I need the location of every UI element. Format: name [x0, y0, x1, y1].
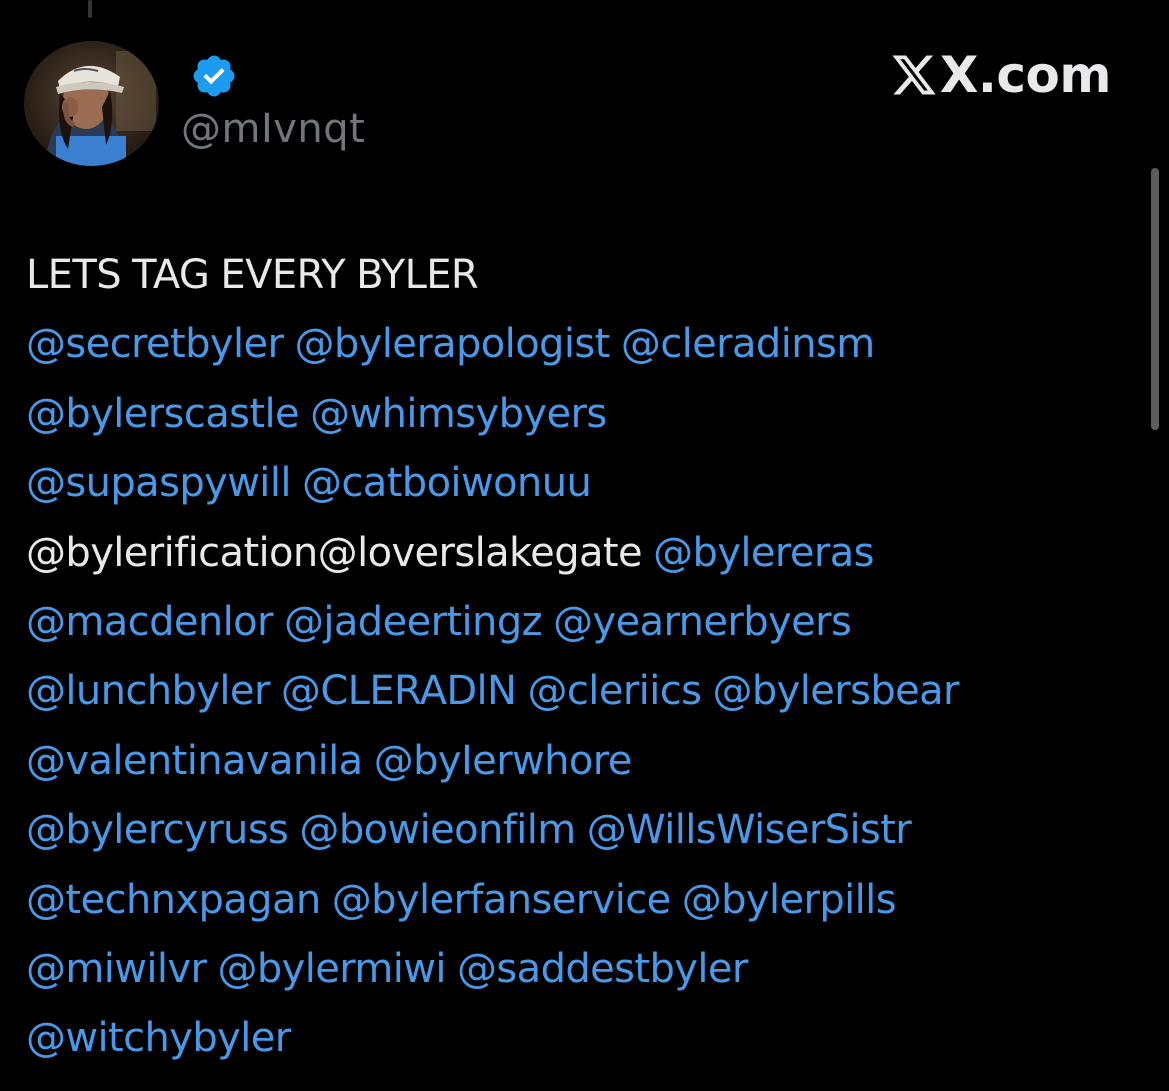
post-text-line: @lunchbyler @CLERADlN @cleriics @bylersb…: [26, 657, 1151, 726]
mention-link[interactable]: @bylereras: [653, 530, 874, 576]
mention-link[interactable]: @yearnerbyers: [553, 599, 852, 645]
plain-text: @bylerification@loverslakegate: [26, 529, 643, 576]
mention-link[interactable]: @valentinavanila: [26, 738, 363, 784]
mention-link[interactable]: @byIerwhore: [374, 738, 633, 784]
mention-link[interactable]: @bylerfanservice: [332, 877, 671, 923]
mention-link[interactable]: @witchybyler: [26, 1015, 291, 1061]
brand-domain-text: X.com: [939, 46, 1112, 104]
mention-link[interactable]: @catboiwonuu: [302, 460, 592, 506]
mention-link[interactable]: @jadeertingz: [284, 599, 543, 645]
mention-link[interactable]: @technxpagan: [26, 877, 321, 923]
x-logo-icon: [892, 55, 936, 95]
post-text-line: @miwilvr @bylermiwi @saddestbyler: [26, 935, 1151, 1004]
mention-link[interactable]: @WillsWiserSistr: [587, 807, 912, 853]
post-text-line: @secretbyler @bylerapologist @cleradinsm: [26, 310, 1151, 379]
post-text-line: @technxpagan @bylerfanservice @bylerpill…: [26, 866, 1151, 935]
mention-link[interactable]: @whimsybyers: [310, 391, 607, 437]
mention-link[interactable]: @miwilvr: [26, 946, 207, 992]
x-brand-watermark: X.com: [890, 46, 1112, 104]
post-text-line: @bylerification@loverslakegate @bylerera…: [26, 519, 1151, 588]
user-handle[interactable]: @mIvnqt: [181, 103, 365, 155]
avatar-image: [24, 41, 159, 166]
mention-link[interactable]: @bowieonfilm: [299, 807, 576, 853]
mention-link[interactable]: @bylerpills: [682, 877, 897, 923]
mention-link[interactable]: @supaspywill: [26, 460, 291, 506]
thread-connector-line: [88, 0, 92, 18]
mention-link[interactable]: @cleriics: [528, 668, 702, 714]
mention-link[interactable]: @lunchbyler: [26, 668, 270, 714]
post-screenshot: @mIvnqt X.com LETS TAG EVERY BYLER @secr…: [0, 0, 1169, 1091]
mention-link[interactable]: @cleradinsm: [621, 321, 875, 367]
post-text-line: @witchybyler: [26, 1004, 1151, 1073]
mention-link[interactable]: @secretbyler: [26, 321, 284, 367]
mention-link[interactable]: @bylerscastle: [26, 391, 300, 437]
mention-link[interactable]: @saddestbyler: [457, 946, 748, 992]
mention-link[interactable]: @bylerapologist: [294, 321, 610, 367]
mention-link[interactable]: @bylersbear: [712, 668, 959, 714]
post-text-line: @macdenlor @jadeertingz @yearnerbyers: [26, 588, 1151, 657]
post-text-line: @bylerscastle @whimsybyers: [26, 380, 1151, 449]
post-intro-line: LETS TAG EVERY BYLER: [26, 252, 479, 298]
avatar[interactable]: [24, 41, 159, 166]
scrollbar[interactable]: [1151, 168, 1159, 430]
mention-link[interactable]: @macdenlor: [26, 599, 273, 645]
post-text-line: @valentinavanila @byIerwhore: [26, 727, 1151, 796]
post-text-line: @bylercyruss @bowieonfilm @WillsWiserSis…: [26, 796, 1151, 865]
verified-badge-icon: [193, 55, 235, 97]
post-body: LETS TAG EVERY BYLER @secretbyler @byler…: [26, 241, 1151, 1074]
mention-link[interactable]: @bylercyruss: [26, 807, 289, 853]
post-text-line: @supaspywill @catboiwonuu: [26, 449, 1151, 518]
mention-lines: @secretbyler @bylerapologist @cleradinsm…: [26, 310, 1151, 1073]
mention-link[interactable]: @CLERADlN: [281, 668, 517, 714]
mention-link[interactable]: @bylermiwi: [217, 946, 446, 992]
